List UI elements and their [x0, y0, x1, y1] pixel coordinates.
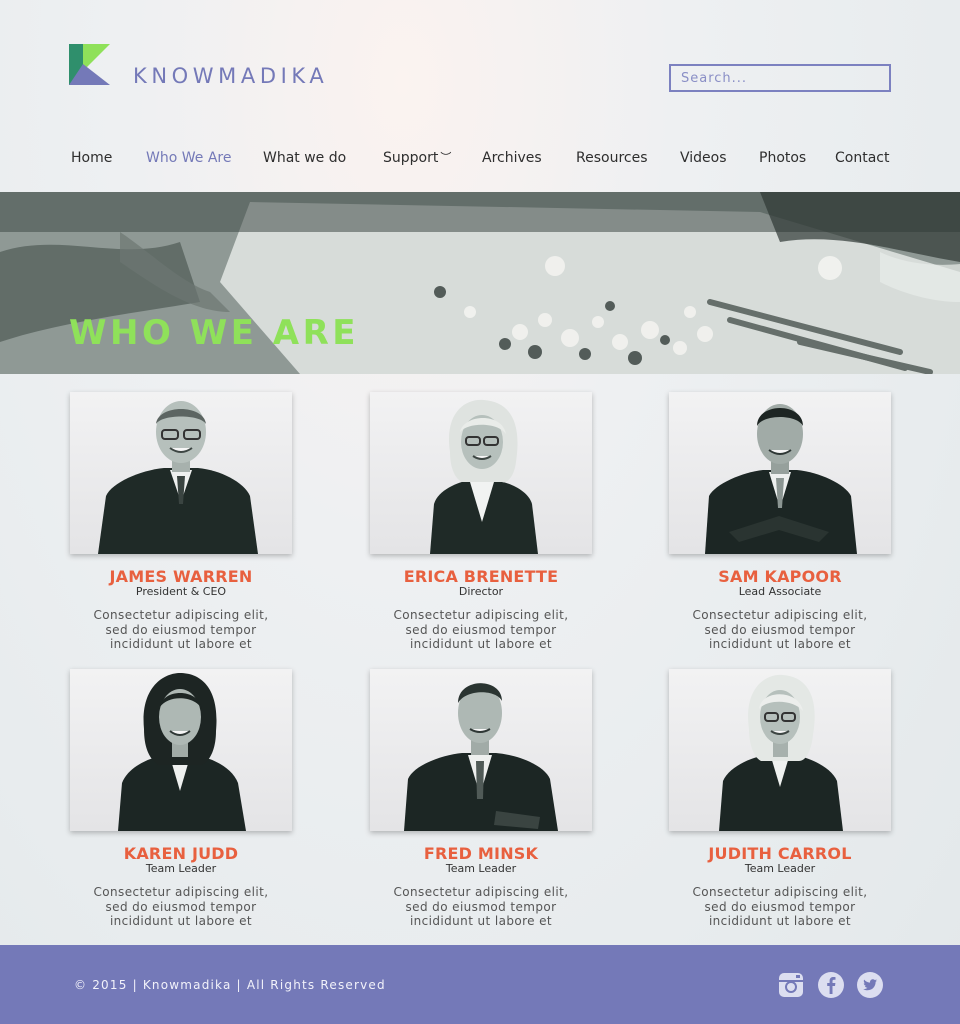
team-member-role: Team Leader — [445, 862, 517, 875]
team-member-name: FRED MINSK — [423, 844, 539, 863]
team-member-bio: Consectetur adipiscing elit, sed do eius… — [93, 608, 269, 651]
search-input[interactable] — [669, 64, 891, 92]
team-photo — [370, 669, 592, 831]
team-photo — [70, 392, 292, 554]
team-photo — [70, 669, 292, 831]
team-member-bio: Consectetur adipiscing elit, sed do eius… — [692, 608, 868, 651]
team-member-name: ERICA BRENETTE — [403, 567, 559, 586]
team-photo — [669, 392, 891, 554]
k-logo-icon — [69, 44, 110, 85]
team-member-name: JAMES WARREN — [109, 567, 253, 586]
nav-item-photos[interactable]: Photos — [759, 150, 806, 166]
team-card: SAM KAPOOR Lead Associate Consectetur ad… — [669, 392, 891, 652]
team-member-role: Director — [458, 585, 504, 598]
nav-item-who-we-are[interactable]: Who We Are — [146, 150, 231, 166]
nav-item-home[interactable]: Home — [71, 150, 112, 166]
team-member-role: President & CEO — [135, 585, 227, 598]
team-member-bio: Consectetur adipiscing elit, sed do eius… — [93, 885, 269, 928]
team-member-name: KAREN JUDD — [123, 844, 239, 863]
team-member-name: JUDITH CARROL — [708, 844, 852, 863]
facebook-icon[interactable] — [817, 971, 845, 999]
instagram-icon[interactable] — [777, 971, 805, 999]
logo[interactable]: KNOWMADIKA — [69, 44, 324, 88]
team-member-bio: Consectetur adipiscing elit, sed do eius… — [692, 885, 868, 928]
team-member-role: Lead Associate — [738, 585, 822, 598]
team-card: JAMES WARREN President & CEO Consectetur… — [70, 392, 292, 652]
team-member-role: Team Leader — [145, 862, 217, 875]
nav-item-what-we-do[interactable]: What we do — [263, 150, 346, 166]
team-member-name: SAM KAPOOR — [718, 567, 842, 586]
footer: © 2015 | Knowmadika | All Rights Reserve… — [0, 945, 960, 1024]
team-photo — [669, 669, 891, 831]
team-card: KAREN JUDD Team Leader Consectetur adipi… — [70, 669, 292, 929]
team-card: JUDITH CARROL Team Leader Consectetur ad… — [669, 669, 891, 929]
hero-banner: WHO WE ARE — [0, 192, 960, 374]
team-photo — [370, 392, 592, 554]
hero-title: WHO WE ARE — [69, 313, 359, 353]
copyright-text: © 2015 | Knowmadika | All Rights Reserve… — [74, 978, 386, 992]
brand-name: KNOWMADIKA — [133, 64, 329, 88]
nav-item-resources[interactable]: Resources — [576, 150, 648, 166]
team-member-role: Team Leader — [744, 862, 816, 875]
nav-item-contact[interactable]: Contact — [835, 150, 889, 166]
nav-item-archives[interactable]: Archives — [482, 150, 542, 166]
team-card: ERICA BRENETTE Director Consectetur adip… — [370, 392, 592, 652]
team-member-bio: Consectetur adipiscing elit, sed do eius… — [393, 608, 569, 651]
twitter-icon[interactable] — [856, 971, 884, 999]
nav-item-support-label: Support — [383, 150, 439, 166]
nav-item-support[interactable]: Support ︶ — [383, 150, 451, 166]
nav-item-videos[interactable]: Videos — [680, 150, 727, 166]
team-card: FRED MINSK Team Leader Consectetur adipi… — [370, 669, 592, 929]
team-member-bio: Consectetur adipiscing elit, sed do eius… — [393, 885, 569, 928]
chevron-down-icon: ︶ — [440, 151, 452, 164]
main-nav: Home Who We Are What we do Support ︶ Arch… — [0, 150, 960, 170]
